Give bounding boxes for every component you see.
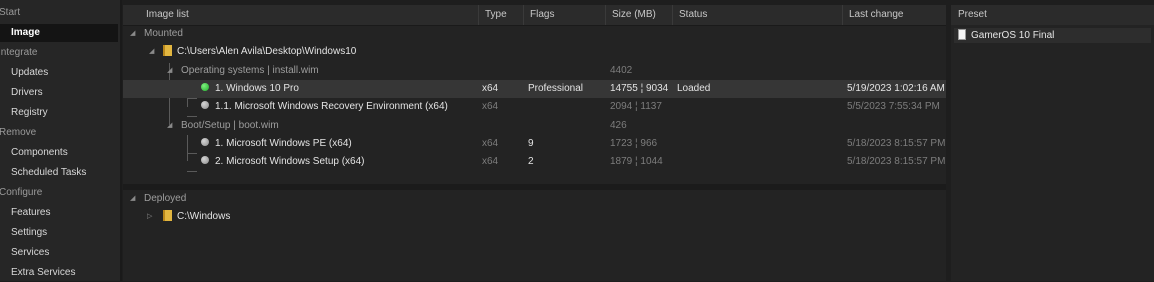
sidebar-item-scheduled-tasks[interactable]: Scheduled Tasks [0,164,118,182]
file-icon [958,28,966,40]
preset-item[interactable]: GamerOS 10 Final [954,28,1151,43]
image-group-row[interactable]: ◢ Operating systems | install.wim 4402 [123,62,946,80]
preset-header: Preset [951,5,1154,25]
mounted-section-row[interactable]: ◢ Mounted [123,25,946,43]
image-flags: 2 [528,156,534,167]
image-status: Loaded [677,83,711,94]
sidebar-item-features[interactable]: Features [0,204,118,222]
image-size: 1723 ¦ 966 [610,138,658,149]
image-name: 1.1. Microsoft Windows Recovery Environm… [215,101,448,112]
collapse-arrow-icon[interactable]: ◢ [130,190,135,208]
image-list-header: Image list Type Flags Size (MB) Status L… [123,5,946,26]
group-label: Boot/Setup | boot.wim [181,120,279,131]
deployed-label: Deployed [144,193,187,204]
deployed-section-row[interactable]: ◢ Deployed [123,190,946,208]
image-size: 1879 ¦ 1044 [610,156,663,167]
image-row[interactable]: 1. Windows 10 Pro x64 Professional 14755… [123,80,946,98]
sidebar-category-remove: Remove [0,127,37,138]
image-group-row[interactable]: ◢ Boot/Setup | boot.wim 426 [123,117,946,135]
image-size: 2094 ¦ 1137 [610,101,662,112]
sidebar: Start Image Integrate Updates Drivers Re… [0,0,122,281]
collapse-arrow-icon[interactable]: ◢ [130,25,135,43]
sidebar-divider [120,0,122,281]
sidebar-category-configure: Configure [0,187,43,198]
expand-arrow-icon[interactable]: ▷ [147,208,152,226]
group-size: 4402 [610,65,633,76]
image-last-change: 5/5/2023 7:55:34 PM [847,101,940,112]
image-name: 2. Microsoft Windows Setup (x64) [215,156,365,167]
tree-line [187,171,197,172]
column-header-image-list[interactable]: Image list [140,5,479,25]
status-dot-icon [201,101,209,110]
sidebar-item-extra-services[interactable]: Extra Services [0,264,118,282]
preset-item-label: GamerOS 10 Final [971,30,1055,41]
image-row[interactable]: 1.1. Microsoft Windows Recovery Environm… [123,98,946,116]
preset-panel: Preset GamerOS 10 Final [951,5,1154,281]
collapse-arrow-icon[interactable]: ◢ [167,62,172,80]
image-last-change: 5/18/2023 8:15:57 PM [847,156,946,167]
image-type: x64 [482,156,499,167]
image-type: x64 [482,101,499,112]
deployed-path: C:\Windows [177,211,231,222]
image-type: x64 [482,138,499,149]
mount-path: C:\Users\Alen Avila\Desktop\Windows10 [177,46,357,57]
sidebar-item-services[interactable]: Services [0,244,118,262]
image-last-change: 5/19/2023 1:02:16 AM [847,83,945,94]
status-dot-icon [201,156,209,165]
sidebar-item-drivers[interactable]: Drivers [0,84,118,102]
image-flags: Professional [528,83,584,94]
sidebar-item-updates[interactable]: Updates [0,64,118,82]
sidebar-item-registry[interactable]: Registry [0,104,118,122]
folder-icon [163,209,172,221]
sidebar-item-image[interactable]: Image [0,24,118,42]
sidebar-item-settings[interactable]: Settings [0,224,118,242]
sidebar-category-start: Start [0,7,21,18]
column-header-size[interactable]: Size (MB) [606,5,673,25]
mount-path-row[interactable]: ◢ C:\Users\Alen Avila\Desktop\Windows10 [123,43,946,61]
image-row[interactable]: 1. Microsoft Windows PE (x64) x64 9 1723… [123,135,946,153]
status-dot-loaded-icon [201,83,209,92]
image-row[interactable]: 2. Microsoft Windows Setup (x64) x64 2 1… [123,153,946,171]
image-flags: 9 [528,138,534,149]
image-last-change: 5/18/2023 8:15:57 PM [847,138,946,149]
mounted-label: Mounted [144,28,183,39]
column-header-flags[interactable]: Flags [524,5,606,25]
deployed-path-row[interactable]: ▷ C:\Windows [123,208,946,226]
image-type: x64 [482,83,499,94]
image-list-panel: Image list Type Flags Size (MB) Status L… [123,5,946,281]
image-size: 14755 ¦ 9034 [610,83,669,94]
sidebar-item-components[interactable]: Components [0,144,118,162]
image-name: 1. Windows 10 Pro [215,83,299,94]
column-header-type[interactable]: Type [479,5,524,25]
group-size: 426 [610,120,627,131]
column-header-last-change[interactable]: Last change [843,5,946,25]
collapse-arrow-icon[interactable]: ◢ [149,43,154,61]
group-label: Operating systems | install.wim [181,65,319,76]
collapse-arrow-icon[interactable]: ◢ [167,117,172,135]
status-dot-icon [201,138,209,147]
sidebar-category-integrate: Integrate [0,47,38,58]
column-header-status[interactable]: Status [673,5,843,25]
image-name: 1. Microsoft Windows PE (x64) [215,138,352,149]
folder-icon [163,44,172,56]
